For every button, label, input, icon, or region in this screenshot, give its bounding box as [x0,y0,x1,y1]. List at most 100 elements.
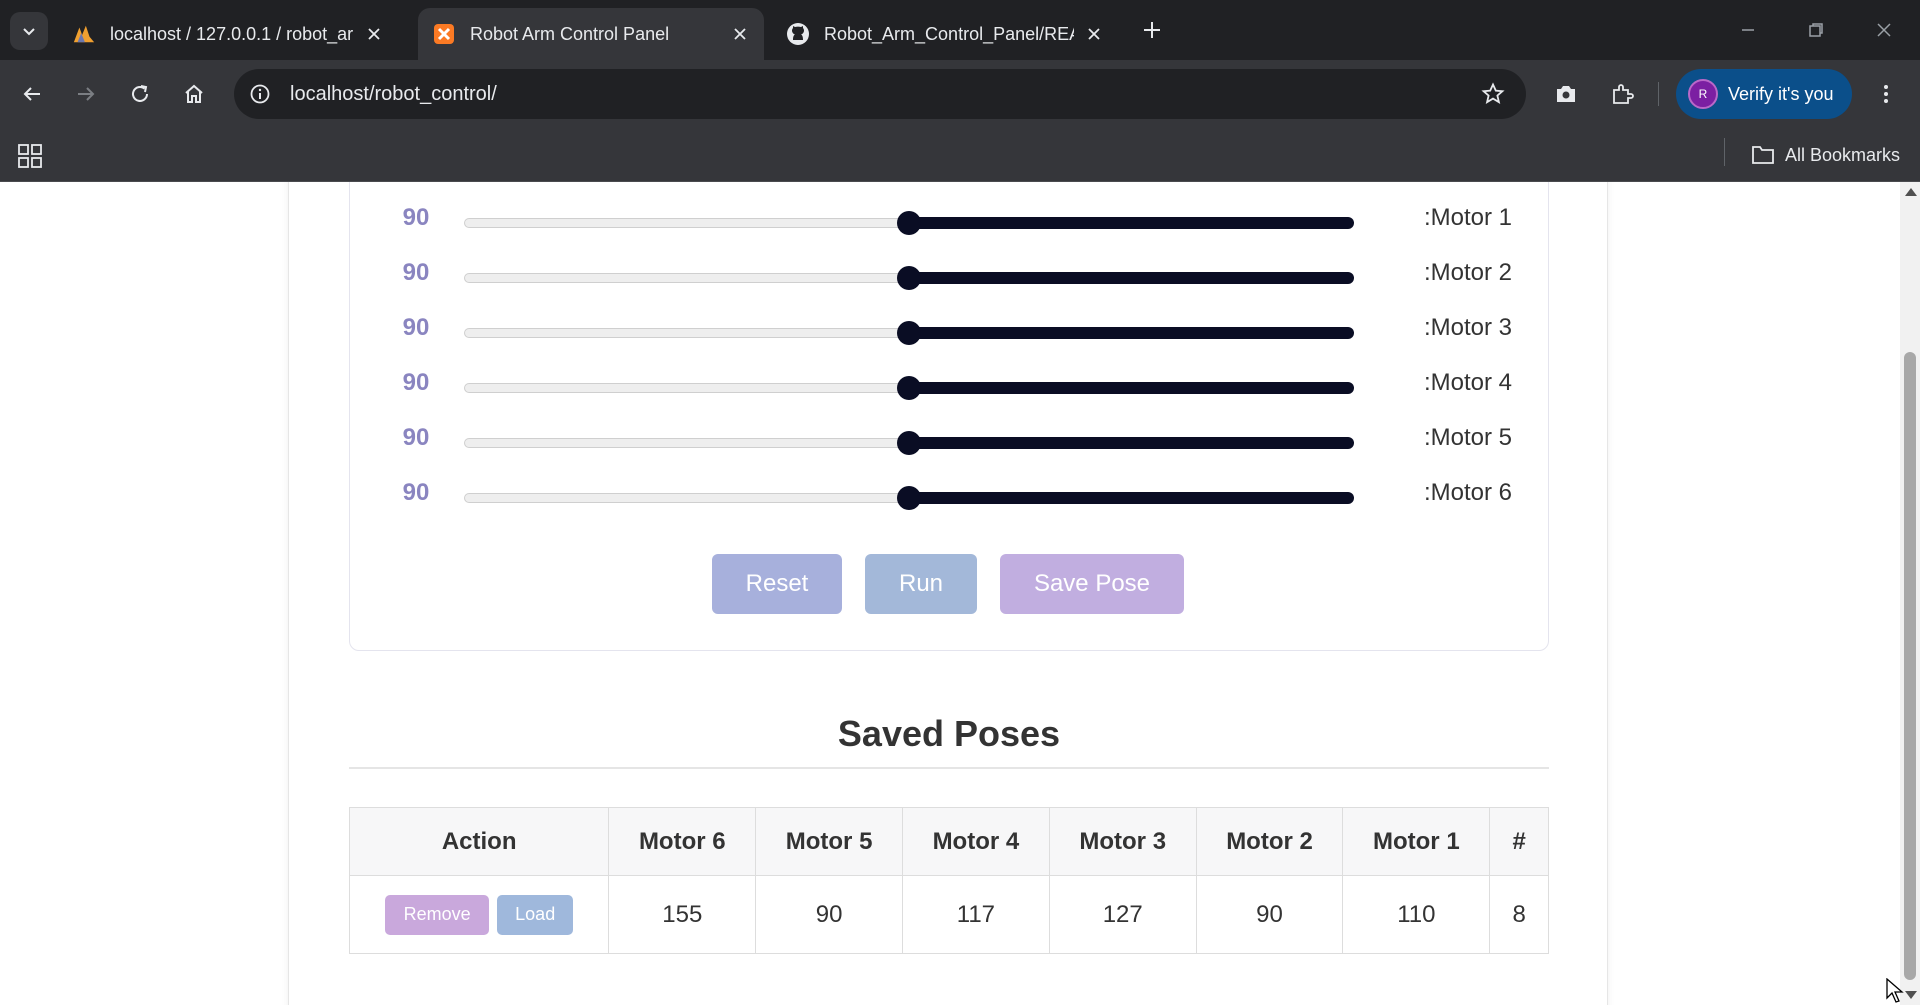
save-pose-button[interactable]: Save Pose [1000,554,1184,614]
saved-poses-table: Action Motor 6 Motor 5 Motor 4 Motor 3 M… [348,807,1549,954]
column-header-motor-1: Motor 1 [1342,807,1491,876]
window-close-button[interactable] [1864,10,1904,50]
slider-thumb[interactable] [897,431,921,455]
tab-search-button[interactable] [10,12,48,50]
motor-slider-6[interactable] [464,486,1354,510]
page-viewport: 90:Motor 1 90:Motor 2 90:Motor 3 90:Motor 4… [0,182,1900,1005]
slider-track [464,328,915,338]
bookmark-star-icon[interactable] [1478,79,1508,109]
all-bookmarks-label: All Bookmarks [1784,144,1900,165]
toolbar-divider [1658,82,1659,106]
motor-value: 90 [402,314,430,341]
verify-profile-button[interactable]: R Verify it's you [1676,69,1852,119]
slider-track-fill [909,217,1354,229]
slider-thumb[interactable] [897,376,921,400]
slider-thumb[interactable] [897,211,921,235]
scroll-up-arrow-icon[interactable] [1905,188,1917,196]
load-pose-button[interactable]: Load [497,894,574,935]
close-icon[interactable] [364,24,384,44]
table-cell-motor-1: 110 [1342,875,1491,954]
bookmarks-bar: All Bookmarks [0,128,1920,182]
column-header-id: # [1489,807,1549,876]
page-scrollbar[interactable] [1900,182,1920,1005]
table-cell-motor-4: 117 [902,875,1050,954]
avatar: R [1688,79,1718,109]
forward-button[interactable] [66,74,106,114]
action-cell: Remove Load [348,875,610,954]
column-header-motor-4: Motor 4 [902,807,1050,876]
slider-thumb[interactable] [897,486,921,510]
tab-github-readme[interactable]: Robot_Arm_Control_Panel/README [772,8,1118,60]
reset-button[interactable]: Reset [712,554,842,614]
close-icon [1877,23,1891,37]
puzzle-icon [1613,84,1634,104]
motor-slider-3[interactable] [464,321,1354,345]
slider-thumb[interactable] [897,321,921,345]
scroll-thumb[interactable] [1904,352,1916,980]
motor-row-4: 90:Motor 4 [350,363,1550,403]
motor-slider-1[interactable] [464,211,1354,235]
browser-toolbar: localhost/robot_control/ R Verify it's y… [0,60,1920,128]
motor-row-2: 90 :Motor 2 [350,253,1550,293]
motor-slider-4[interactable] [464,376,1354,400]
apps-grid-icon[interactable] [16,142,44,170]
motor-label: :Motor 4 [1423,369,1512,396]
mouse-cursor-icon [1886,978,1904,1003]
motor-slider-2[interactable] [464,266,1354,290]
column-header-motor-6: Motor 6 [608,807,757,876]
tab-title: Robot_Arm_Control_Panel/README [824,23,1074,44]
camera-icon [1557,86,1575,102]
chevron-down-icon [23,28,35,36]
motor-slider-5[interactable] [464,431,1354,455]
restore-button[interactable] [1796,10,1836,50]
slider-thumb[interactable] [897,266,921,290]
reload-button[interactable] [120,74,160,114]
motor-row-5: 90 :Motor 5 [350,418,1550,458]
motor-label: :Motor 2 [1423,259,1512,286]
run-button[interactable]: Run [865,554,977,614]
motor-value: 90 [402,424,430,451]
plus-icon [1144,22,1160,38]
motor-label: :Motor 5 [1423,424,1512,451]
new-tab-button[interactable] [1136,14,1168,46]
tab-phpmyadmin[interactable]: localhost / 127.0.0.1 / robot_arm [58,8,398,60]
tab-robot-arm-control-panel[interactable]: Robot Arm Control Panel [418,8,764,60]
motor-value: 90 [402,259,430,286]
column-header-motor-3: Motor 3 [1048,807,1197,876]
close-icon[interactable] [730,24,750,44]
slider-track [464,383,915,393]
remove-pose-button[interactable]: Remove [385,894,490,935]
table-cell-motor-5: 90 [755,875,903,954]
minimize-button[interactable] [1728,10,1768,50]
close-icon[interactable] [1084,24,1104,44]
home-button[interactable] [174,74,214,114]
arrow-left-icon [23,87,40,101]
tab-strip: localhost / 127.0.0.1 / robot_arm Robot … [0,0,1920,60]
arrow-right-icon [78,87,95,101]
table-cell-motor-3: 127 [1048,875,1197,954]
motor-row-1: 90:Motor 1 [350,198,1550,238]
scroll-down-arrow-icon[interactable] [1905,991,1917,999]
table-row: Remove Load 155 90 117 127 90 110 8 [348,875,1549,954]
all-bookmarks-button[interactable]: All Bookmarks [1751,140,1900,170]
url-path: /robot_control/ [368,82,497,105]
slider-track [464,273,915,283]
xampp-icon [432,22,456,46]
extensions-button[interactable] [1602,74,1642,114]
column-header-motor-5: Motor 5 [755,807,903,876]
slider-track-fill [909,382,1354,394]
address-bar[interactable]: localhost/robot_control/ [234,69,1526,119]
site-info-icon[interactable] [244,78,276,110]
slider-track [464,493,915,503]
back-button[interactable] [12,74,52,114]
slider-track [464,218,915,228]
browser-menu-button[interactable] [1866,74,1906,114]
screenshot-button[interactable] [1546,74,1586,114]
bookmarks-divider [1724,138,1725,166]
minimize-icon [1742,29,1754,31]
motor-label: :Motor 3 [1423,314,1512,341]
motor-value: 90 [402,204,430,231]
column-header-motor-2: Motor 2 [1195,807,1344,876]
table-cell-id: 8 [1489,875,1549,954]
tab-title: localhost / 127.0.0.1 / robot_arm [110,23,354,44]
